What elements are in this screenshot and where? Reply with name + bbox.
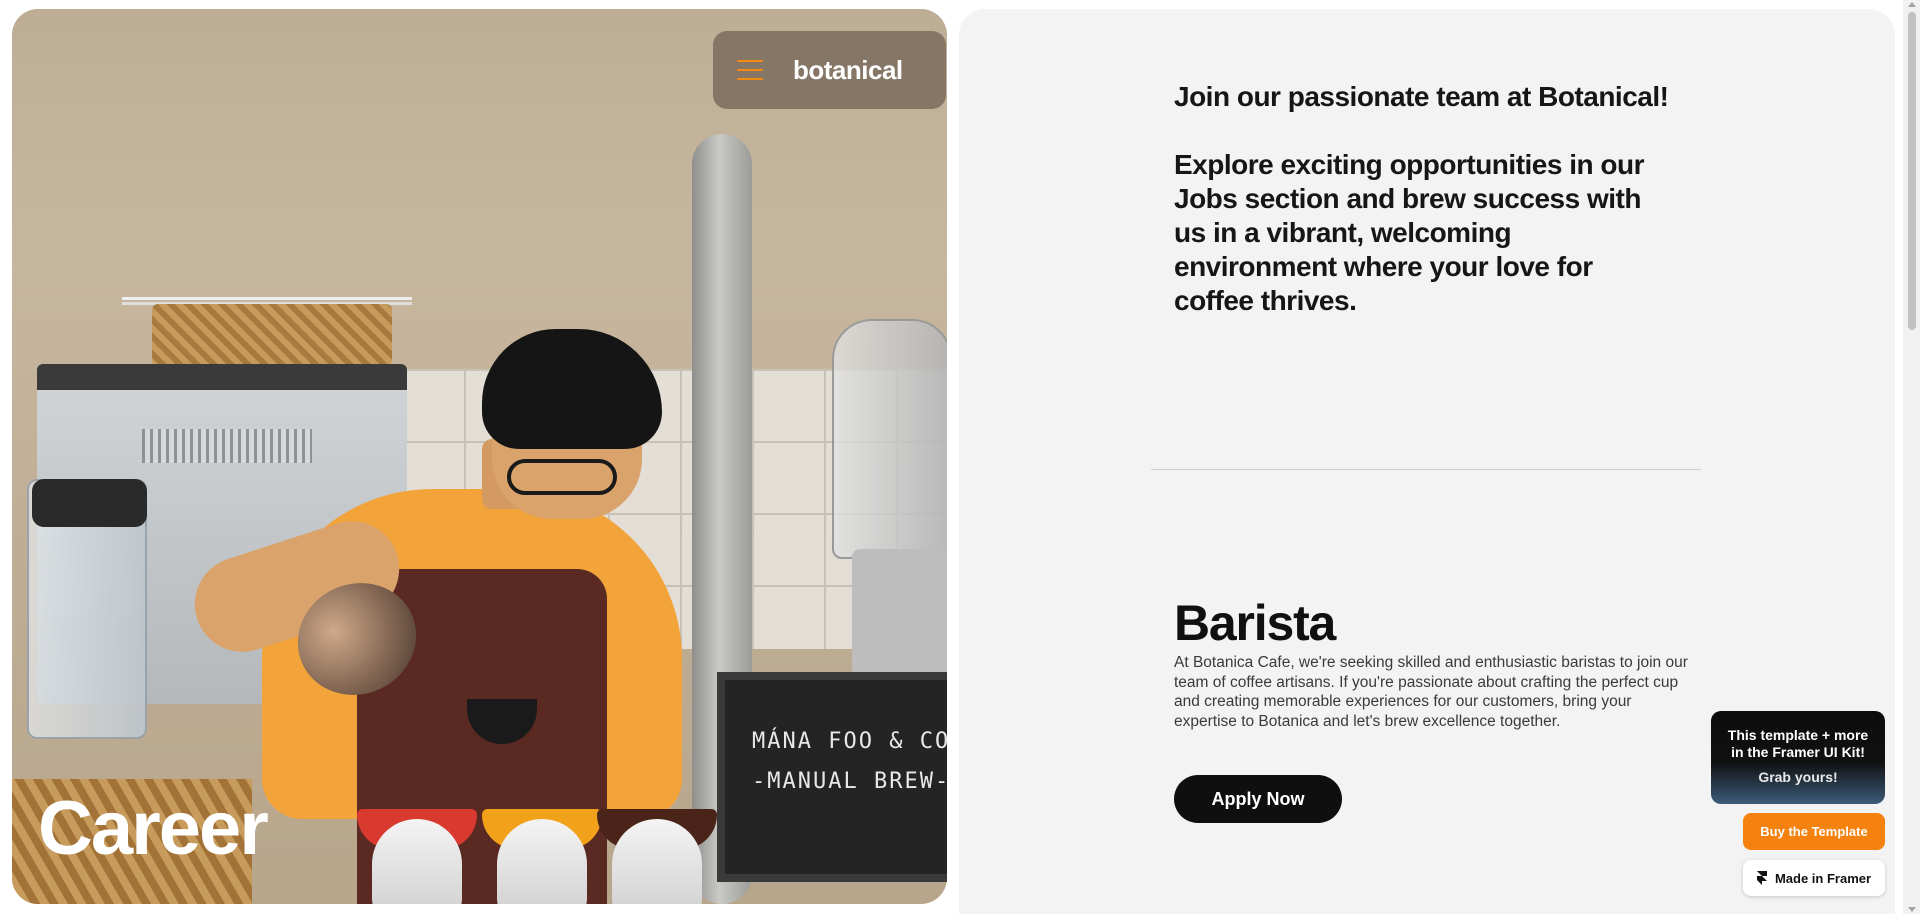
letterboard-line-2: -MANUAL BREW- xyxy=(752,769,947,794)
hero-photo-basket xyxy=(152,304,392,366)
apply-now-button[interactable]: Apply Now xyxy=(1174,775,1342,823)
hero-photo-owl-2 xyxy=(497,819,587,904)
hero-photo-owl-1 xyxy=(372,819,462,904)
framer-logo-icon xyxy=(1756,871,1767,885)
made-in-framer-button[interactable]: Made in Framer xyxy=(1743,860,1885,896)
letterboard-line-1: MÁNA FOO & CO xyxy=(752,729,947,754)
hero-photo-fridge-grill xyxy=(142,429,312,463)
hamburger-menu-icon[interactable] xyxy=(737,60,763,80)
buy-template-button[interactable]: Buy the Template xyxy=(1743,813,1885,850)
page: MÁNA FOO & CO -MANUAL BREW- botanical Ca… xyxy=(0,0,1920,914)
section-divider xyxy=(1151,469,1701,470)
menu-icon-bar xyxy=(737,69,763,71)
framer-promo-card[interactable]: This template + more in the Framer UI Ki… xyxy=(1711,711,1885,804)
menu-icon-bar xyxy=(737,60,763,62)
hero-image-panel: MÁNA FOO & CO -MANUAL BREW- botanical Ca… xyxy=(12,9,947,904)
intro-paragraph-2: Explore exciting opportunities in our Jo… xyxy=(1174,149,1644,316)
brand-logo[interactable]: botanical xyxy=(793,55,903,86)
menu-icon-bar xyxy=(737,78,763,80)
scroll-thumb[interactable] xyxy=(1908,12,1916,330)
promo-line-1: This template + more xyxy=(1727,727,1869,743)
hero-photo-barista-glasses xyxy=(507,459,617,495)
hero-photo-barista-hair xyxy=(482,329,662,449)
hero-title: Career xyxy=(38,786,269,871)
job-description: At Botanica Cafe, we're seeking skilled … xyxy=(1174,654,1688,730)
scroll-up-arrow-icon[interactable] xyxy=(1908,2,1916,7)
promo-cta: Grab yours! xyxy=(1758,769,1838,785)
intro-paragraph-1: Join our passionate team at Botanical! xyxy=(1174,81,1669,112)
page-scrollbar[interactable] xyxy=(1903,0,1920,914)
hero-photo-owl-3 xyxy=(612,819,702,904)
hero-photo-blender-lid xyxy=(32,479,147,527)
hero-photo-grinder xyxy=(832,319,947,559)
hero-photo-grinder-body xyxy=(852,549,947,689)
scroll-down-arrow-icon[interactable] xyxy=(1908,907,1916,912)
nav-pill: botanical xyxy=(713,31,946,109)
made-in-framer-label: Made in Framer xyxy=(1774,870,1872,886)
job-title: Barista xyxy=(1174,595,1336,651)
intro-text: Join our passionate team at Botanical! E… xyxy=(1174,80,1674,318)
promo-line-2: in the Framer UI Kit! xyxy=(1731,744,1865,760)
